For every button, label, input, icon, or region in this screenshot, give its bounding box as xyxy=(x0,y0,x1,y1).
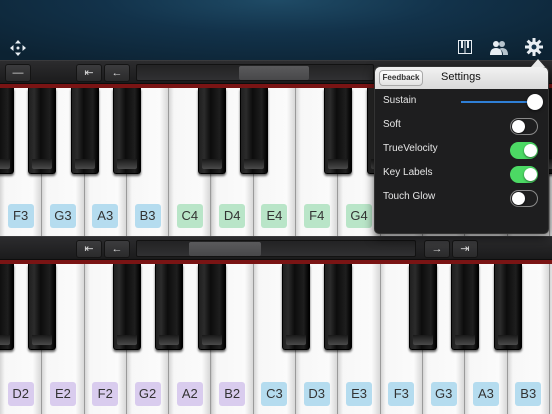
toggle-knob xyxy=(512,120,525,133)
toggle-switch[interactable] xyxy=(510,166,538,183)
key-label: C4 xyxy=(176,204,203,228)
black-key[interactable] xyxy=(282,264,311,350)
black-key[interactable] xyxy=(28,264,57,350)
key-label: A2 xyxy=(176,382,203,406)
key-label: B3 xyxy=(515,382,542,406)
top-toolbar xyxy=(0,0,552,62)
key-label: A3 xyxy=(472,382,499,406)
sustain-slider[interactable] xyxy=(461,94,543,110)
zoom-out-button[interactable]: — xyxy=(5,64,31,82)
settings-header: Feedback Settings xyxy=(375,67,548,89)
settings-popover: Feedback Settings Sustain Soft TrueVeloci… xyxy=(374,59,549,234)
toggle-knob xyxy=(524,168,537,181)
black-key[interactable] xyxy=(0,264,14,350)
key-label: D4 xyxy=(219,204,246,228)
key-label: F3 xyxy=(388,382,415,406)
settings-row-label: Soft xyxy=(383,119,401,130)
lower-piano-keyboard: D2 E2 F2 G2 A2 B2 C3 D3 E3 F3 G3 A3 B3 xyxy=(0,260,552,414)
black-key[interactable] xyxy=(197,88,226,174)
key-label: D3 xyxy=(303,382,330,406)
key-label: C3 xyxy=(261,382,288,406)
sustain-slider-fill xyxy=(461,101,535,103)
key-label: F4 xyxy=(303,204,330,228)
key-label: E3 xyxy=(346,382,373,406)
black-key[interactable] xyxy=(28,88,57,174)
settings-row-touch-glow: Touch Glow xyxy=(375,187,548,209)
black-key[interactable] xyxy=(112,264,141,350)
two-users-icon[interactable] xyxy=(490,40,508,56)
gear-icon[interactable] xyxy=(525,38,543,56)
key-label: G4 xyxy=(346,204,373,228)
settings-title: Settings xyxy=(441,71,481,83)
black-key[interactable] xyxy=(324,88,353,174)
settings-row-key-labels: Key Labels xyxy=(375,163,548,185)
keyboard-scroll-thumb[interactable] xyxy=(239,66,309,80)
keyboard-scroll-track[interactable] xyxy=(136,240,416,257)
shift-octave-left-button[interactable]: ⇤ xyxy=(76,64,102,82)
black-key[interactable] xyxy=(409,264,437,350)
settings-row-soft: Soft xyxy=(375,115,548,137)
black-key[interactable] xyxy=(70,88,99,174)
key-label: A3 xyxy=(92,204,119,228)
key-label: F3 xyxy=(7,204,34,228)
key-label: G3 xyxy=(430,382,457,406)
piano-keys-icon[interactable] xyxy=(458,40,474,56)
key-label: B3 xyxy=(134,204,161,228)
feedback-button[interactable]: Feedback xyxy=(379,70,423,86)
settings-row-sustain: Sustain xyxy=(375,91,548,113)
keyboard-scroll-thumb[interactable] xyxy=(189,242,261,256)
toggle-switch[interactable] xyxy=(510,190,538,207)
black-key[interactable] xyxy=(112,88,141,174)
black-key[interactable] xyxy=(451,264,480,350)
settings-row-label: Key Labels xyxy=(383,167,433,178)
settings-row-label: Touch Glow xyxy=(383,191,436,202)
settings-row-label: Sustain xyxy=(383,95,417,106)
key-label: E4 xyxy=(261,204,288,228)
shift-key-left-button[interactable]: ← xyxy=(104,64,130,82)
shift-key-right-button[interactable]: → xyxy=(424,240,450,258)
black-key[interactable] xyxy=(324,264,353,350)
black-key[interactable] xyxy=(0,88,14,174)
toggle-knob xyxy=(524,144,537,157)
key-label: F2 xyxy=(92,382,119,406)
black-key[interactable] xyxy=(493,264,522,350)
key-label: G3 xyxy=(49,204,76,228)
key-label: D2 xyxy=(7,382,34,406)
toggle-switch[interactable] xyxy=(510,142,538,159)
shift-octave-right-button[interactable]: ⇥ xyxy=(452,240,478,258)
black-key[interactable] xyxy=(239,88,268,174)
key-label: G2 xyxy=(134,382,161,406)
sustain-slider-knob[interactable] xyxy=(526,94,543,110)
black-key[interactable] xyxy=(155,264,184,350)
shift-octave-left-button[interactable]: ⇤ xyxy=(76,240,102,258)
bottom-keyboard-control-strip: ⇤ ← → ⇥ xyxy=(0,236,552,260)
toggle-knob xyxy=(512,192,525,205)
settings-row-label: TrueVelocity xyxy=(383,143,438,154)
toggle-switch[interactable] xyxy=(510,118,538,135)
black-key[interactable] xyxy=(197,264,226,350)
key-label: E2 xyxy=(49,382,76,406)
key-label: B2 xyxy=(219,382,246,406)
settings-row-truevelocity: TrueVelocity xyxy=(375,139,548,161)
shift-key-left-button[interactable]: ← xyxy=(104,240,130,258)
keyboard-scroll-track[interactable] xyxy=(136,64,374,81)
move-arrows-icon[interactable] xyxy=(10,40,26,56)
